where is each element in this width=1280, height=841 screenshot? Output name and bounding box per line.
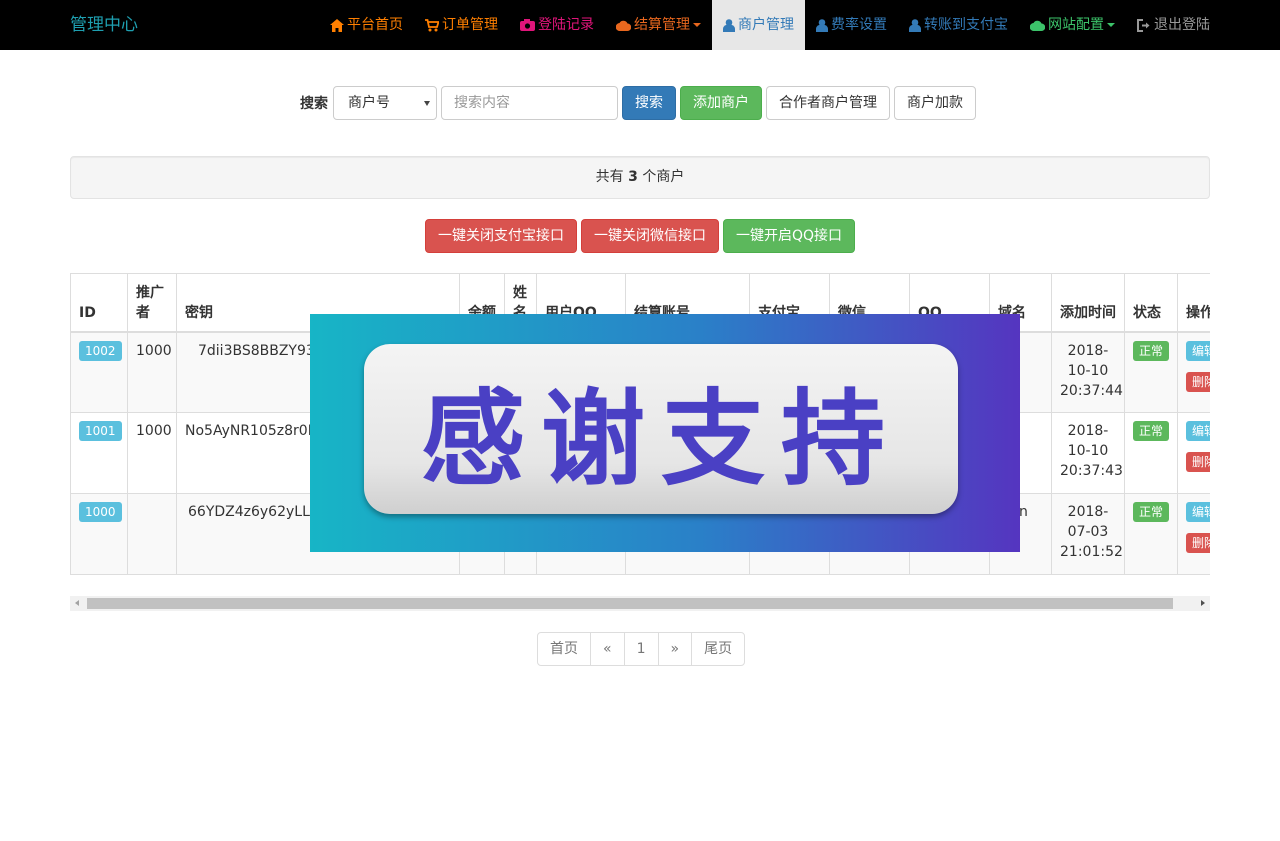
- status-badge[interactable]: 正常: [1133, 421, 1169, 441]
- table-horizontal-scrollbar[interactable]: [70, 596, 1210, 611]
- merchant-count: 3: [628, 169, 638, 185]
- added-time-cell: 2018- 10-10 20:37:44: [1051, 331, 1125, 413]
- edit-button[interactable]: 编辑: [1186, 421, 1210, 441]
- nav-item-login-log[interactable]: 登陆记录: [509, 0, 605, 50]
- merchant-id-badge[interactable]: 1002: [79, 340, 122, 361]
- id-cell: 1001: [70, 412, 128, 494]
- nav-item-label: 登陆记录: [538, 17, 594, 33]
- add-funds-button[interactable]: 商户加款: [894, 86, 976, 120]
- nav-item-label: 订单管理: [442, 17, 498, 33]
- col-header: 推广者: [127, 273, 177, 333]
- nav-item-rates[interactable]: 费率设置: [805, 0, 898, 50]
- merchant-id-badge[interactable]: 1001: [79, 421, 122, 441]
- operation-cell: 编辑删除: [1177, 412, 1210, 494]
- main-nav: 平台首页 订单管理 登陆记录 结算管理 商户管理 费率设置 转账到支付宝 网站配…: [319, 0, 1210, 50]
- status-badge[interactable]: 正常: [1133, 502, 1169, 522]
- status-cell: 正常: [1124, 412, 1178, 494]
- nav-item-label: 商户管理: [738, 17, 794, 33]
- close-alipay-button[interactable]: 一键关闭支付宝接口: [424, 219, 577, 253]
- merchant-id-badge[interactable]: 1000: [79, 502, 122, 522]
- promoter-cell: 1000: [127, 412, 177, 494]
- nav-item-settlement[interactable]: 结算管理: [605, 0, 712, 50]
- added-time-cell: 2018- 10-10 20:37:43: [1051, 412, 1125, 494]
- col-header: 状态: [1124, 273, 1178, 333]
- page-first[interactable]: 首页: [537, 632, 591, 666]
- col-header: 添加时间: [1051, 273, 1125, 333]
- cloud-icon: [616, 20, 631, 31]
- edit-button[interactable]: 编辑: [1186, 340, 1210, 361]
- scroll-left-arrow-icon[interactable]: [75, 600, 79, 606]
- top-navbar: 管理中心 平台首页 订单管理 登陆记录 结算管理 商户管理 费率设置 转账到支付…: [0, 0, 1280, 50]
- summary-suffix: 个商户: [642, 169, 685, 185]
- nav-item-site-config[interactable]: 网站配置: [1019, 0, 1126, 50]
- delete-button[interactable]: 删除: [1186, 533, 1210, 553]
- nav-item-label: 费率设置: [831, 17, 887, 33]
- search-type-value: 商户号: [348, 95, 390, 111]
- scrollbar-thumb[interactable]: [87, 598, 1173, 609]
- search-type-select[interactable]: 商户号: [333, 86, 437, 120]
- user-icon: [816, 18, 828, 32]
- scroll-right-arrow-icon[interactable]: [1201, 600, 1205, 606]
- merchant-count-summary: 共有 3 个商户: [70, 156, 1210, 199]
- page-last[interactable]: 尾页: [691, 632, 746, 666]
- dropdown-arrow-icon: [424, 101, 430, 106]
- promoter-cell: 1000: [127, 331, 177, 413]
- page-current[interactable]: 1: [623, 632, 659, 666]
- cloud-icon: [1030, 20, 1045, 31]
- chevron-down-icon: [1107, 23, 1115, 27]
- nav-item-label: 结算管理: [634, 17, 690, 33]
- id-cell: 1002: [70, 331, 128, 413]
- summary-prefix: 共有: [595, 169, 624, 185]
- operation-cell: 编辑删除: [1177, 493, 1210, 575]
- operation-cell: 编辑删除: [1177, 331, 1210, 413]
- open-qq-button[interactable]: 一键开启QQ接口: [722, 219, 856, 253]
- col-header: 操作: [1177, 273, 1210, 333]
- col-header: ID: [70, 273, 128, 333]
- nav-item-logout[interactable]: 退出登陆: [1126, 0, 1210, 50]
- status-cell: 正常: [1124, 493, 1178, 575]
- status-badge[interactable]: 正常: [1133, 340, 1169, 361]
- banner-plate: 感谢支持: [364, 344, 958, 514]
- add-merchant-button[interactable]: 添加商户: [680, 86, 762, 120]
- chevron-down-icon: [693, 23, 701, 27]
- bulk-actions: 一键关闭支付宝接口 一键关闭微信接口 一键开启QQ接口: [0, 219, 1280, 253]
- search-bar: 搜索 商户号 搜索内容 搜索 添加商户 合作者商户管理 商户加款: [0, 86, 1280, 120]
- camera-icon: [520, 19, 535, 31]
- close-wechat-button[interactable]: 一键关闭微信接口: [580, 219, 719, 253]
- user-icon: [723, 18, 735, 32]
- page-prev[interactable]: «: [590, 632, 625, 666]
- thanks-banner-overlay: 感谢支持: [310, 314, 1020, 552]
- user-icon: [909, 18, 921, 32]
- delete-button[interactable]: 删除: [1186, 452, 1210, 472]
- nav-item-orders[interactable]: 订单管理: [414, 0, 509, 50]
- nav-item-label: 网站配置: [1048, 17, 1104, 33]
- status-cell: 正常: [1124, 331, 1178, 413]
- edit-button[interactable]: 编辑: [1186, 502, 1210, 522]
- nav-item-transfer-alipay[interactable]: 转账到支付宝: [898, 0, 1019, 50]
- cart-icon: [425, 18, 439, 31]
- logout-icon: [1137, 18, 1150, 32]
- partner-merchant-button[interactable]: 合作者商户管理: [766, 86, 890, 120]
- nav-item-merchants[interactable]: 商户管理: [712, 0, 805, 50]
- pagination: 首页 « 1 » 尾页: [537, 632, 746, 666]
- id-cell: 1000: [70, 493, 128, 575]
- promoter-cell: [127, 493, 177, 575]
- delete-button[interactable]: 删除: [1186, 371, 1210, 392]
- page-next[interactable]: »: [657, 632, 693, 666]
- search-label: 搜索: [300, 96, 328, 112]
- brand-title[interactable]: 管理中心: [70, 0, 138, 50]
- nav-item-home[interactable]: 平台首页: [319, 0, 414, 50]
- search-button[interactable]: 搜索: [622, 86, 676, 120]
- nav-item-label: 平台首页: [347, 17, 403, 33]
- nav-item-label: 转账到支付宝: [924, 17, 1008, 33]
- search-input[interactable]: 搜索内容: [441, 86, 618, 120]
- added-time-cell: 2018- 07-03 21:01:52: [1051, 493, 1125, 575]
- nav-item-label: 退出登陆: [1154, 17, 1210, 33]
- banner-text: 感谢支持: [420, 376, 901, 500]
- home-icon: [330, 18, 344, 32]
